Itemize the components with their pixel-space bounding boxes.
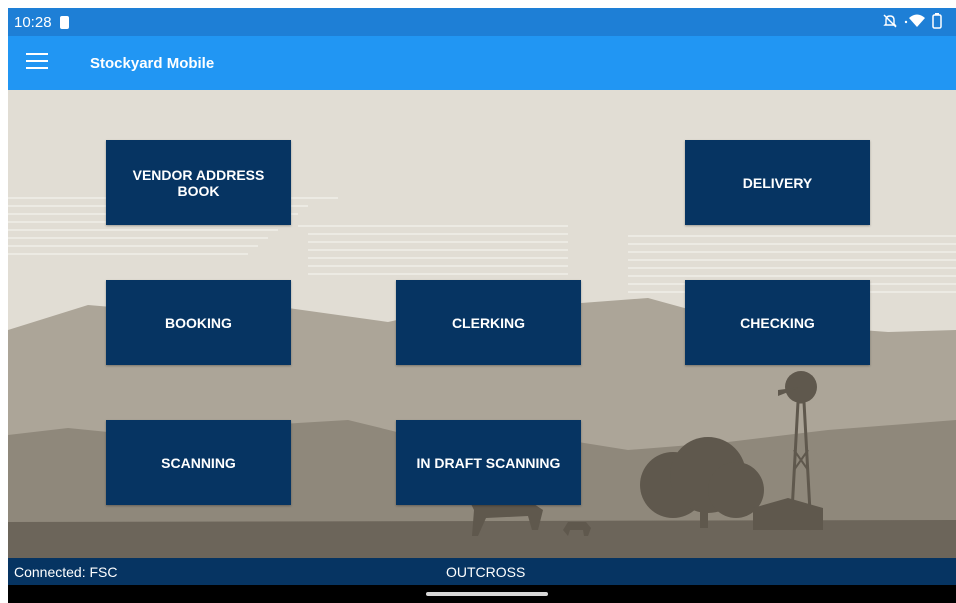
- company-name: OUTCROSS: [446, 564, 526, 580]
- sim-icon: [60, 16, 69, 29]
- main-content: VENDOR ADDRESS BOOK DELIVERY BOOKING CLE…: [8, 90, 956, 558]
- battery-icon: [932, 13, 942, 29]
- system-nav-bar: [8, 585, 956, 603]
- scanning-button[interactable]: SCANNING: [106, 420, 291, 505]
- app-screen: 10:28 Stockyard Mobile VENDOR ADDRESS BO…: [0, 0, 956, 603]
- status-bar: 10:28: [8, 8, 956, 36]
- home-gesture-handle[interactable]: [426, 592, 548, 596]
- vendor-address-book-button[interactable]: VENDOR ADDRESS BOOK: [106, 140, 291, 225]
- mute-icon: [883, 14, 897, 28]
- hamburger-menu-icon[interactable]: [26, 53, 48, 71]
- connection-footer: Connected: FSC OUTCROSS: [8, 558, 956, 585]
- delivery-button[interactable]: DELIVERY: [685, 140, 870, 225]
- app-title: Stockyard Mobile: [90, 55, 215, 72]
- app-bar: Stockyard Mobile: [8, 36, 956, 90]
- clerking-button[interactable]: CLERKING: [396, 280, 581, 365]
- booking-button[interactable]: BOOKING: [106, 280, 291, 365]
- connection-status: Connected: FSC: [14, 564, 118, 580]
- wifi-icon: [904, 14, 925, 27]
- in-draft-scanning-button[interactable]: IN DRAFT SCANNING: [396, 420, 581, 505]
- status-time: 10:28: [14, 14, 52, 31]
- status-icons: [882, 13, 942, 29]
- checking-button[interactable]: CHECKING: [685, 280, 870, 365]
